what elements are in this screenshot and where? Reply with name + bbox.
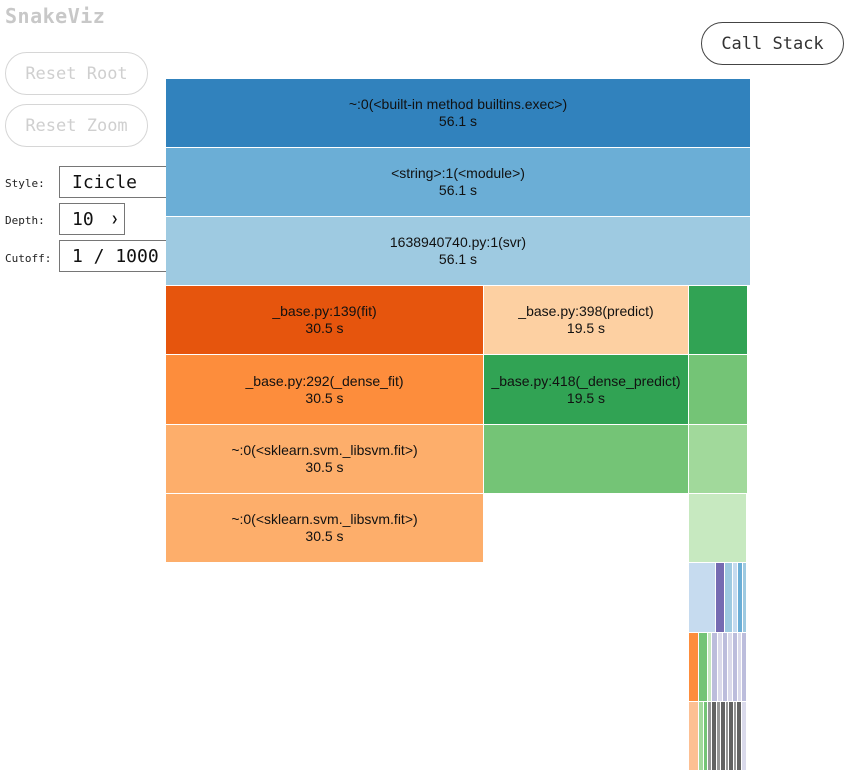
node-name: ~:0(<built-in method builtins.exec>) bbox=[348, 96, 568, 112]
cutoff-label: Cutoff: bbox=[5, 252, 52, 265]
icicle-node-small[interactable] bbox=[689, 633, 699, 702]
icicle-node[interactable]: _base.py:418(_dense_predict) 19.5 s bbox=[484, 355, 689, 425]
icicle-node-small[interactable] bbox=[689, 702, 699, 771]
icicle-node-small[interactable] bbox=[699, 633, 708, 702]
chevron-down-icon: ❯ bbox=[111, 212, 118, 226]
icicle-node-small[interactable] bbox=[484, 425, 689, 494]
reset-zoom-button[interactable]: Reset Zoom bbox=[5, 104, 148, 147]
icicle-node-small[interactable] bbox=[689, 355, 748, 425]
icicle-node[interactable]: ~:0(<built-in method builtins.exec>) 56.… bbox=[166, 79, 751, 148]
node-time: 30.5 s bbox=[305, 528, 344, 544]
node-time: 56.1 s bbox=[438, 182, 478, 198]
icicle-node-small[interactable] bbox=[743, 563, 747, 633]
node-name: _base.py:398(predict) bbox=[518, 303, 654, 319]
icicle-node[interactable]: 1638940740.py:1(svr) 56.1 s bbox=[166, 217, 751, 286]
depth-label: Depth: bbox=[5, 214, 45, 227]
node-time: 56.1 s bbox=[438, 251, 478, 267]
node-name: ~:0(<sklearn.svm._libsvm.fit>) bbox=[231, 442, 418, 458]
icicle-node-small[interactable] bbox=[689, 425, 748, 494]
icicle-node-small[interactable] bbox=[716, 563, 725, 633]
icicle-node[interactable]: ~:0(<sklearn.svm._libsvm.fit>) 30.5 s bbox=[166, 425, 484, 494]
node-time: 56.1 s bbox=[438, 113, 478, 129]
depth-select-value: 10 bbox=[72, 208, 94, 230]
node-time: 30.5 s bbox=[305, 389, 344, 406]
call-stack-button[interactable]: Call Stack bbox=[701, 22, 844, 65]
node-time: 19.5 s bbox=[566, 389, 606, 406]
icicle-node-small[interactable] bbox=[689, 563, 716, 633]
node-time: 19.5 s bbox=[566, 320, 606, 336]
node-name: <string>:1(<module>) bbox=[391, 165, 525, 181]
node-name: _base.py:418(_dense_predict) bbox=[491, 372, 681, 389]
icicle-node[interactable]: _base.py:292(_dense_fit) 30.5 s bbox=[166, 355, 484, 425]
icicle-node[interactable]: _base.py:398(predict) 19.5 s bbox=[484, 286, 689, 355]
depth-select[interactable]: 10 ❯ bbox=[59, 203, 125, 235]
icicle-node[interactable]: _base.py:139(fit) 30.5 s bbox=[166, 286, 484, 355]
icicle-node[interactable]: ~:0(<sklearn.svm._libsvm.fit>) 30.5 s bbox=[166, 494, 484, 563]
app-title: SnakeViz bbox=[5, 4, 106, 28]
icicle-node-small[interactable] bbox=[742, 702, 747, 771]
node-time: 30.5 s bbox=[305, 320, 344, 336]
style-label: Style: bbox=[5, 177, 45, 190]
node-name: 1638940740.py:1(svr) bbox=[389, 234, 527, 250]
node-time: 30.5 s bbox=[305, 459, 344, 475]
icicle-node-small[interactable] bbox=[725, 563, 733, 633]
icicle-node-small[interactable] bbox=[742, 633, 747, 702]
icicle-node-small[interactable] bbox=[689, 286, 748, 355]
cutoff-select-value: 1 / 1000 bbox=[72, 245, 159, 267]
reset-root-button[interactable]: Reset Root bbox=[5, 52, 148, 95]
node-name: _base.py:292(_dense_fit) bbox=[245, 372, 404, 389]
icicle-node-small[interactable] bbox=[689, 494, 747, 563]
style-select-value: Icicle bbox=[72, 171, 138, 193]
icicle-node[interactable]: <string>:1(<module>) 56.1 s bbox=[166, 148, 751, 217]
node-name: _base.py:139(fit) bbox=[272, 303, 377, 319]
node-name: ~:0(<sklearn.svm._libsvm.fit>) bbox=[231, 511, 418, 527]
